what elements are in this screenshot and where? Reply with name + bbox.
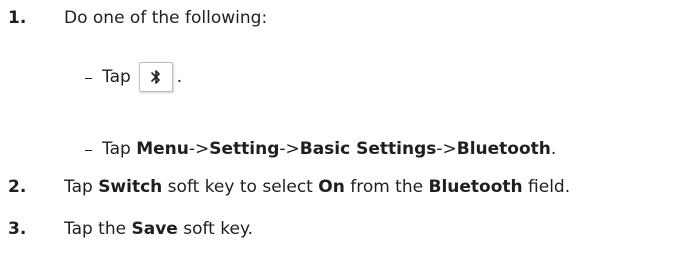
menu-label: Menu	[136, 139, 189, 159]
save-label: Save	[131, 219, 178, 239]
bluetooth-field-label: Bluetooth	[428, 177, 523, 197]
basic-settings-label: Basic Settings	[299, 139, 437, 159]
substep-text: Tap	[102, 67, 131, 87]
dash-bullet	[85, 149, 92, 151]
step-3: 3. Tap the Save soft key.	[8, 219, 253, 239]
substep-period: .	[176, 67, 183, 87]
step-1: 1. Do one of the following:	[8, 8, 267, 28]
step-2: 2. Tap Switch soft key to select On from…	[8, 177, 570, 197]
substep-menu-path: Tap Menu->Setting->Basic Settings->Bluet…	[85, 139, 556, 159]
step-number: 2.	[8, 177, 27, 197]
switch-label: Switch	[98, 177, 163, 197]
bluetooth-label: Bluetooth	[456, 139, 551, 159]
step-text: Do one of the following:	[64, 8, 268, 28]
dash-bullet	[85, 77, 92, 79]
bluetooth-icon	[138, 62, 173, 92]
step-number: 3.	[8, 219, 27, 239]
step-text: Tap Switch soft key to select On from th…	[64, 177, 571, 197]
substep-text: Tap Menu->Setting->Basic Settings->Bluet…	[102, 139, 557, 159]
step-number: 1.	[8, 8, 27, 28]
on-label: On	[318, 177, 345, 197]
setting-label: Setting	[209, 139, 280, 159]
step-text: Tap the Save soft key.	[64, 219, 253, 239]
substep-tap-icon: Tap .	[85, 62, 182, 92]
